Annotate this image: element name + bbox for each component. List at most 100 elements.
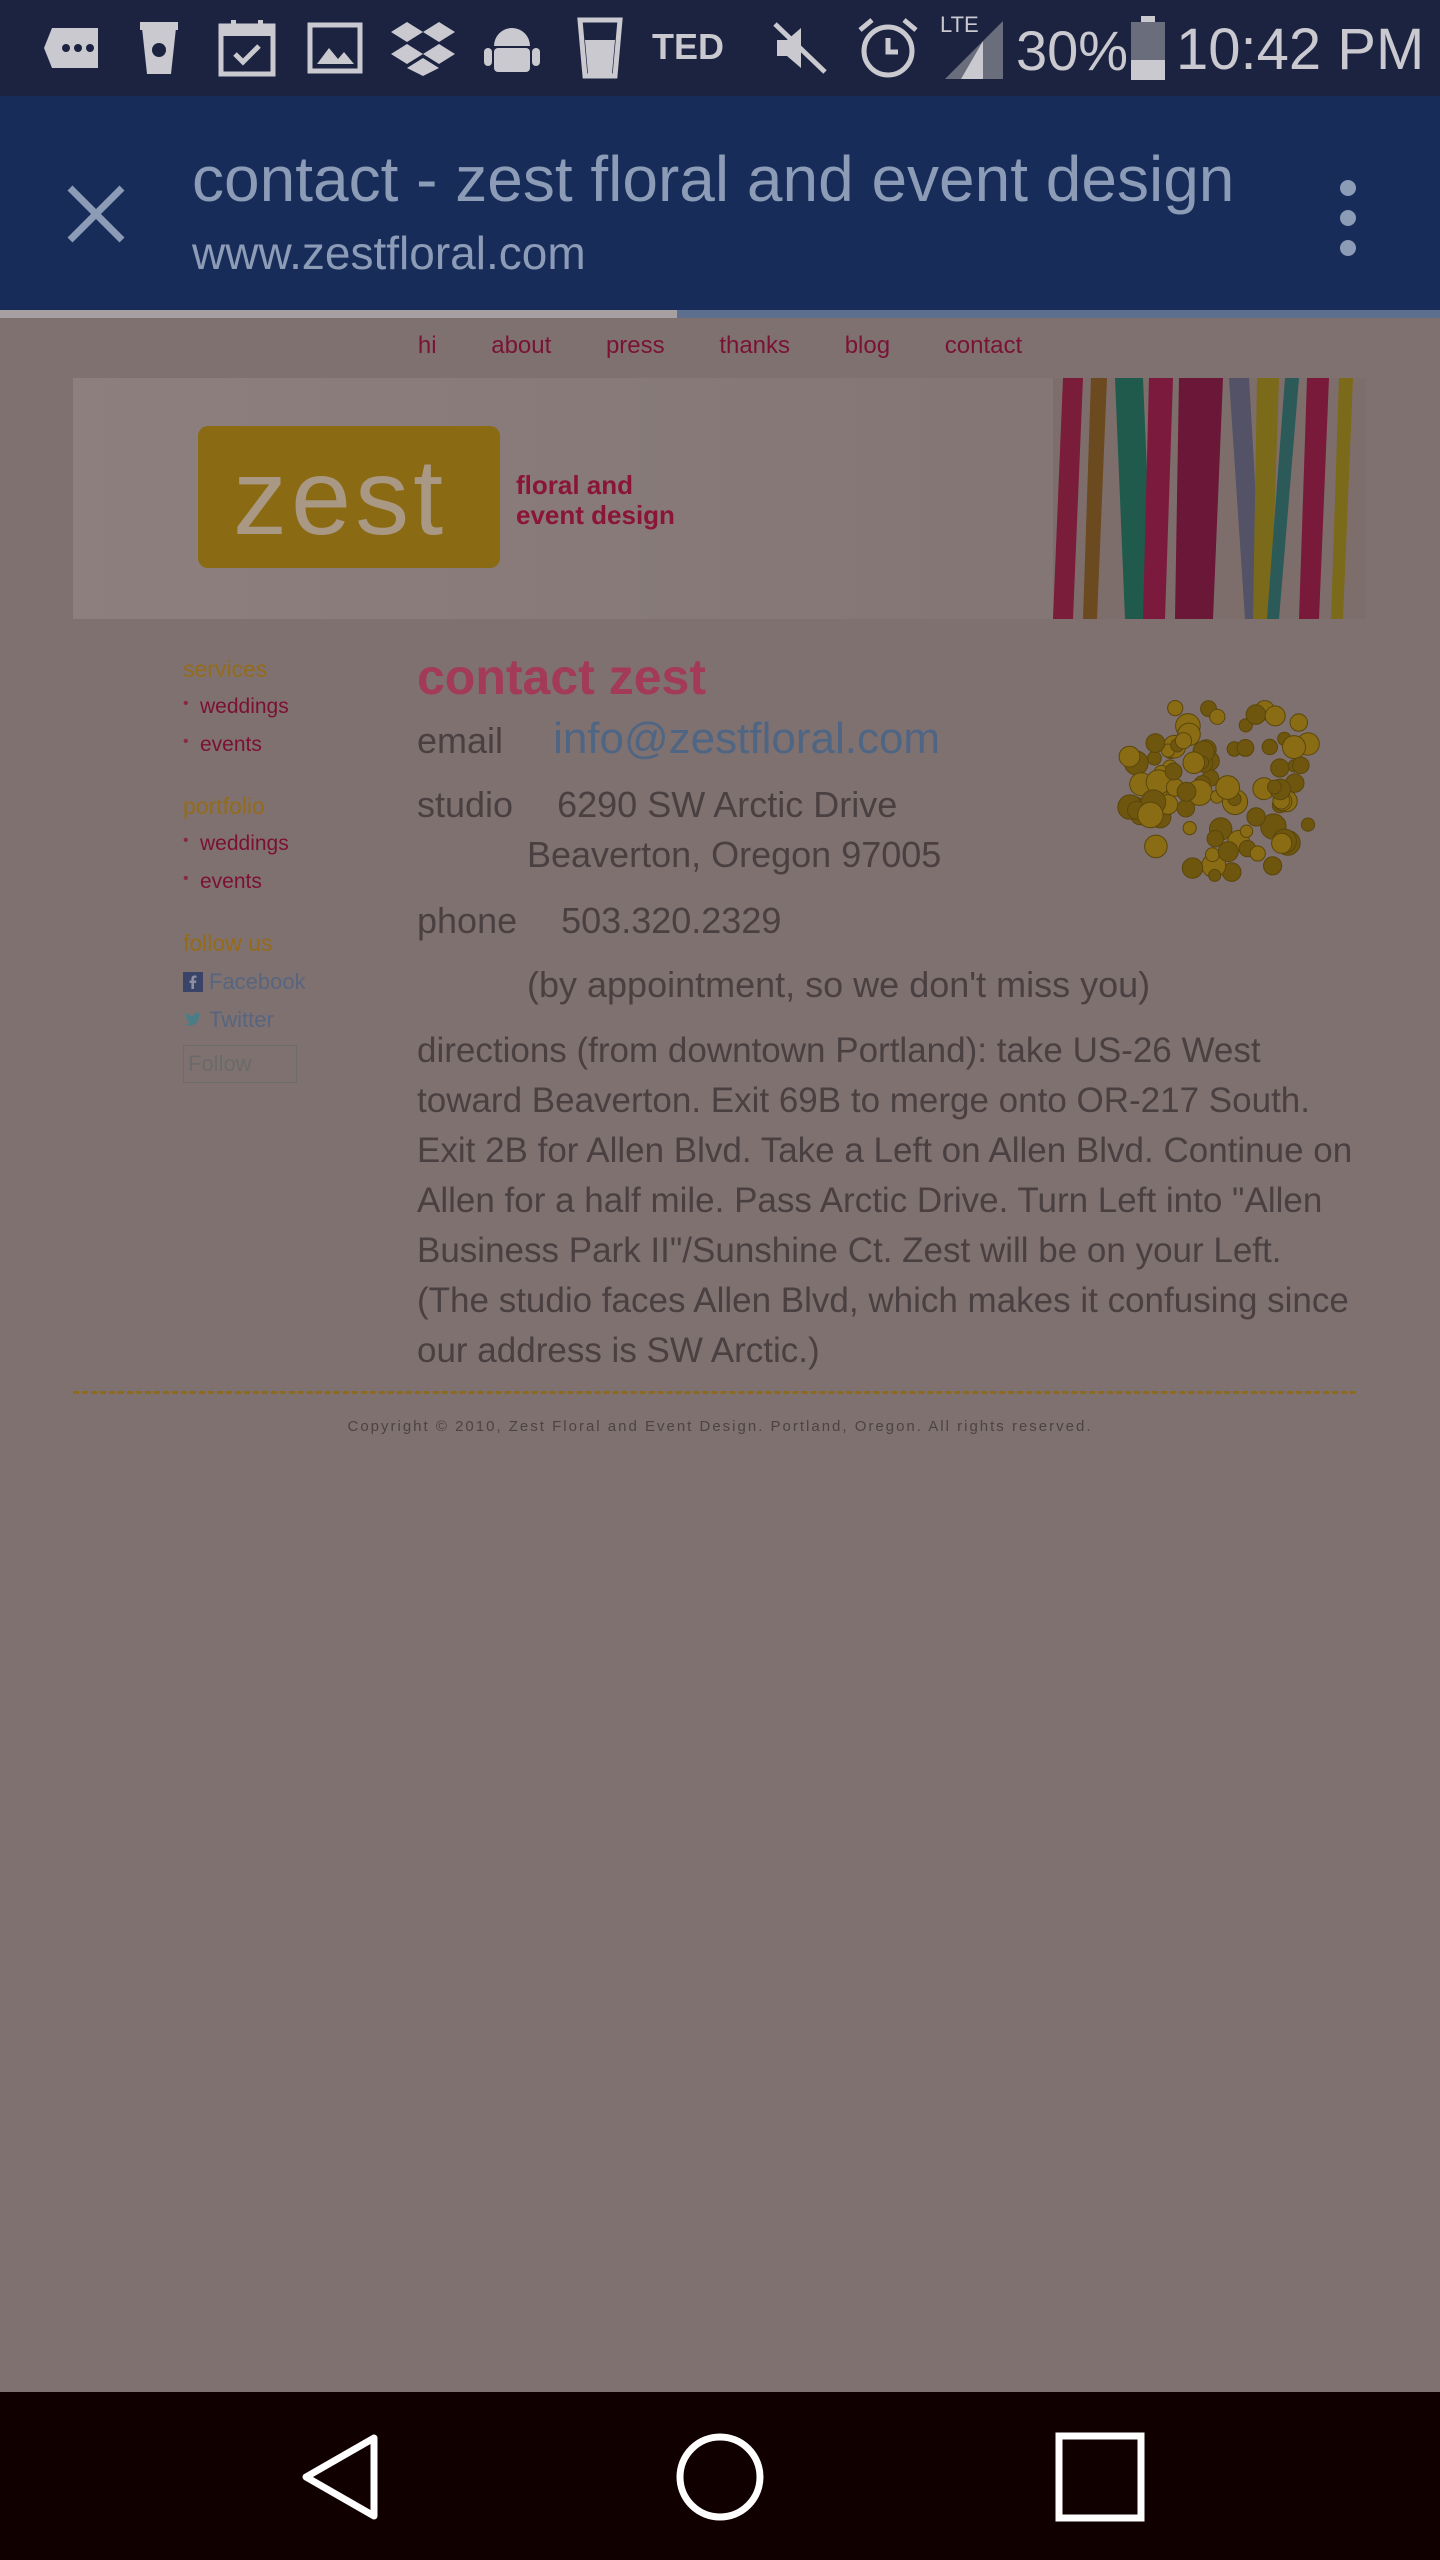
copyright-text: Copyright © 2010, Zest Floral and Event …	[347, 1418, 1093, 1435]
alarm-icon	[855, 18, 921, 78]
services-weddings-link[interactable]: weddings	[183, 695, 403, 719]
flower-blossom	[1147, 750, 1162, 766]
flower-blossom	[1144, 834, 1168, 859]
flower-blossom	[1176, 781, 1197, 802]
ted-logo: TED	[652, 26, 724, 67]
flower-blossom	[1267, 779, 1282, 795]
address-line2: Beaverton, Oregon 97005	[527, 834, 942, 875]
flower-blossom	[1239, 824, 1254, 838]
nav-link-about[interactable]: about	[491, 332, 551, 359]
clock: 10:42 PM	[1176, 17, 1425, 82]
footer-divider	[73, 1391, 1356, 1394]
mute-icon	[770, 20, 830, 76]
flower-blossom	[1245, 704, 1267, 725]
more-vert-icon	[1340, 180, 1356, 256]
flower-blossom	[1182, 821, 1197, 836]
nav-link-hi[interactable]: hi	[418, 332, 437, 359]
email-row: email info@zestfloral.com	[417, 714, 940, 764]
services-events-link[interactable]: events	[183, 733, 403, 757]
back-button[interactable]	[290, 2422, 400, 2532]
flower-blossom	[1261, 738, 1279, 756]
overflow-menu-button[interactable]	[1330, 176, 1366, 260]
directions-text: directions (from downtown Portland): tak…	[417, 1031, 1353, 1370]
flower-blossom	[1137, 801, 1164, 829]
flower-blossom	[1215, 775, 1241, 800]
flower-blossom	[1164, 762, 1183, 781]
phone-row: phone 503.320.2329	[417, 900, 781, 942]
flower-blossom	[1181, 857, 1204, 879]
email-label: email	[417, 720, 504, 761]
flower-blossom	[1264, 705, 1286, 727]
phone-number[interactable]: 503.320.2329	[561, 900, 781, 941]
flower-blossom	[1263, 856, 1283, 876]
twitter-link[interactable]: Twitter	[183, 1007, 403, 1033]
status-bar: TED LTE 30% 10:42 PM	[0, 0, 1440, 96]
flower-blossom	[1300, 817, 1316, 832]
portfolio-heading: portfolio	[183, 793, 265, 819]
recents-button[interactable]	[1045, 2422, 1155, 2532]
facebook-link[interactable]: Facebook	[183, 969, 403, 995]
back-triangle-icon	[302, 2434, 378, 2520]
flower-blossom	[1209, 708, 1226, 725]
cup-icon	[572, 17, 628, 79]
system-nav-bar	[0, 2392, 1440, 2560]
follow-button[interactable]: Follow	[183, 1045, 297, 1083]
nav-link-contact[interactable]: contact	[945, 332, 1022, 359]
email-link[interactable]: info@zestfloral.com	[553, 714, 940, 763]
gallery-icon	[305, 20, 365, 76]
home-button[interactable]	[665, 2422, 775, 2532]
studio-label: studio	[417, 784, 514, 825]
coffee-icon	[134, 20, 184, 76]
nav-link-press[interactable]: press	[606, 332, 665, 359]
flower-blossom	[1282, 735, 1306, 760]
address-line1: 6290 SW Arctic Drive	[557, 784, 898, 825]
flower-blossom	[1205, 847, 1220, 863]
studio-row: studio 6290 SW Arctic Drive	[417, 784, 897, 826]
follow-heading: follow us	[183, 930, 273, 956]
twitter-icon	[185, 1012, 201, 1026]
page-url[interactable]: www.zestfloral.com	[192, 226, 586, 280]
portfolio-weddings-link[interactable]: weddings	[183, 832, 403, 856]
site-tagline: floral and event design	[516, 470, 675, 530]
facebook-label: Facebook	[209, 969, 306, 994]
flower-blossom	[1236, 739, 1255, 757]
banner-stripes	[1053, 378, 1366, 619]
battery-icon	[1128, 16, 1168, 80]
battery-percent: 30%	[1016, 19, 1129, 82]
android-icon	[482, 20, 542, 76]
site-banner[interactable]: zest floral and event design	[73, 378, 1366, 619]
flower-blossom	[1246, 807, 1266, 827]
flower-blossom	[1292, 756, 1310, 775]
nav-link-thanks[interactable]: thanks	[719, 332, 790, 359]
appointment-note: (by appointment, so we don't miss you)	[527, 964, 1151, 1005]
lte-label: LTE	[940, 12, 979, 37]
flower-blossom	[1176, 799, 1196, 818]
yellow-flower-image	[1117, 700, 1320, 882]
flower-blossom	[1270, 758, 1290, 778]
facebook-icon	[183, 972, 203, 992]
close-icon	[67, 185, 125, 243]
flower-blossom	[1289, 713, 1309, 732]
recents-square-icon	[1055, 2432, 1145, 2522]
chat-icon	[40, 20, 104, 76]
sidebar: services weddings events portfolio weddi…	[183, 656, 403, 1083]
phone-label: phone	[417, 900, 518, 941]
flower-blossom	[1271, 832, 1293, 854]
flower-blossom	[1174, 732, 1193, 750]
page-load-progress	[0, 310, 1440, 318]
page-title: contact - zest floral and event design	[192, 143, 1235, 215]
flower-blossom	[1208, 868, 1222, 882]
flower-blossom	[1167, 700, 1184, 717]
twitter-label: Twitter	[209, 1007, 274, 1032]
site-logo: zest	[233, 436, 448, 557]
close-tab-button[interactable]	[60, 178, 132, 250]
portfolio-events-link[interactable]: events	[183, 870, 403, 894]
flower-blossom	[1249, 845, 1266, 862]
dropbox-icon	[390, 20, 456, 76]
page-load-progress-fill	[0, 310, 677, 318]
flower-blossom	[1182, 751, 1206, 774]
calendar-icon	[215, 20, 279, 77]
nav-link-blog[interactable]: blog	[845, 332, 890, 359]
tagline-line2: event design	[516, 500, 675, 530]
flower-blossom	[1118, 745, 1141, 768]
